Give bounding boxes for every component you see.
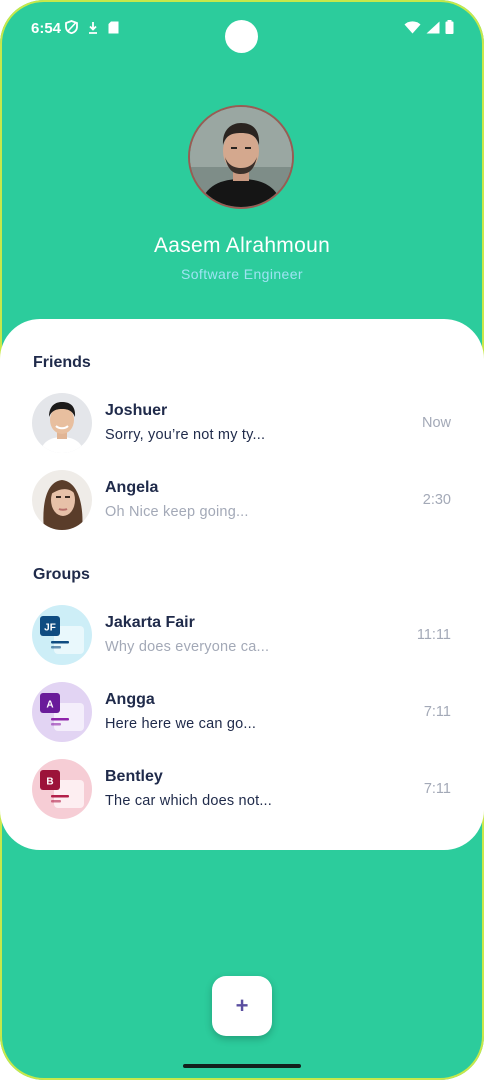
message-time: 11:11 bbox=[416, 627, 451, 643]
signal-icon bbox=[426, 21, 440, 39]
svg-text:JF: JF bbox=[44, 623, 56, 634]
status-bar: 6:54 bbox=[0, 0, 484, 58]
group-avatar: B bbox=[32, 759, 92, 819]
last-message: Why does everyone ca... bbox=[105, 639, 270, 655]
profile-name: Aasem Alrahmoun bbox=[153, 234, 331, 257]
plus-icon: + bbox=[235, 993, 249, 1018]
last-message: Sorry, you’re not my ty... bbox=[105, 427, 266, 443]
download-icon bbox=[87, 21, 99, 39]
group-name: Jakarta Fair bbox=[105, 614, 195, 631]
last-message: The car which does not... bbox=[105, 793, 272, 809]
group-avatar: A bbox=[32, 682, 92, 742]
friends-section-title: Friends bbox=[33, 354, 91, 371]
new-chat-button[interactable]: + bbox=[212, 976, 272, 1036]
battery-icon bbox=[445, 20, 454, 39]
message-time: 7:11 bbox=[423, 781, 451, 797]
group-row-jakarta-fair[interactable]: JF Jakarta Fair Why does everyone ca... … bbox=[0, 605, 484, 675]
chat-list-card: Friends Joshuer Sorry, you’re not my ty.… bbox=[0, 319, 484, 850]
contact-name: Angela bbox=[105, 479, 159, 496]
message-time: 2:30 bbox=[422, 492, 451, 508]
avatar bbox=[32, 470, 92, 530]
wifi-icon bbox=[404, 20, 421, 39]
front-camera bbox=[225, 20, 258, 53]
message-time: 7:11 bbox=[423, 704, 451, 720]
group-name: Bentley bbox=[105, 768, 163, 785]
message-time: Now bbox=[421, 415, 451, 431]
svg-text:A: A bbox=[46, 700, 53, 711]
profile-role: Software Engineer bbox=[181, 266, 303, 282]
home-indicator[interactable] bbox=[183, 1064, 301, 1068]
svg-text:B: B bbox=[46, 777, 53, 788]
group-name: Angga bbox=[105, 691, 155, 708]
app-screen: 6:54 Aasem Alrahmoun Software Engineer F… bbox=[0, 0, 484, 1080]
profile-avatar[interactable] bbox=[188, 105, 294, 209]
status-time: 6:54 bbox=[31, 20, 62, 37]
sd-card-icon bbox=[108, 21, 119, 39]
friend-row-angela[interactable]: Angela Oh Nice keep going... 2:30 bbox=[0, 470, 484, 540]
group-avatar: JF bbox=[32, 605, 92, 665]
contact-name: Joshuer bbox=[105, 402, 168, 419]
avatar bbox=[32, 393, 92, 453]
group-row-bentley[interactable]: B Bentley The car which does not... 7:11 bbox=[0, 759, 484, 829]
last-message: Here here we can go... bbox=[105, 716, 257, 732]
last-message: Oh Nice keep going... bbox=[105, 504, 249, 520]
friend-row-joshuer[interactable]: Joshuer Sorry, you’re not my ty... Now bbox=[0, 393, 484, 463]
groups-section-title: Groups bbox=[33, 566, 90, 583]
group-row-angga[interactable]: A Angga Here here we can go... 7:11 bbox=[0, 682, 484, 752]
shield-icon bbox=[65, 20, 78, 39]
